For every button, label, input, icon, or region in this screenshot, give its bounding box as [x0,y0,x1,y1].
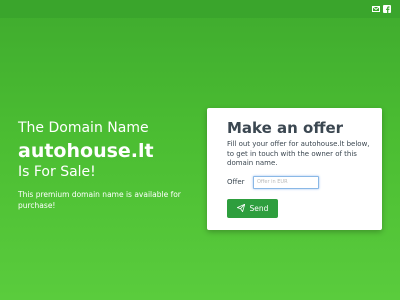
send-button-label: Send [249,203,269,213]
envelope-icon[interactable] [372,5,380,13]
hero-section: The Domain Name autohouse.lt Is For Sale… [18,120,193,211]
for-sale-text: Is For Sale! [18,164,96,180]
social-links [372,5,391,13]
offer-card-description: Fill out your offer for autohouse.lt bel… [227,140,370,167]
offer-label: Offer [227,178,245,186]
hero-description: This premium domain name is available fo… [18,190,181,210]
domain-name-heading: autohouse.lt [18,140,154,162]
offer-field-row: Offer [227,175,382,189]
send-button[interactable]: Send [227,198,278,218]
top-bar [0,0,400,18]
hero-intro-text: The Domain Name [18,120,149,136]
offer-input[interactable] [253,175,319,189]
facebook-icon[interactable] [383,5,391,13]
offer-card-title: Make an offer [227,119,344,137]
paper-plane-icon [236,204,245,212]
offer-card: Make an offer Fill out your offer for au… [207,108,382,230]
